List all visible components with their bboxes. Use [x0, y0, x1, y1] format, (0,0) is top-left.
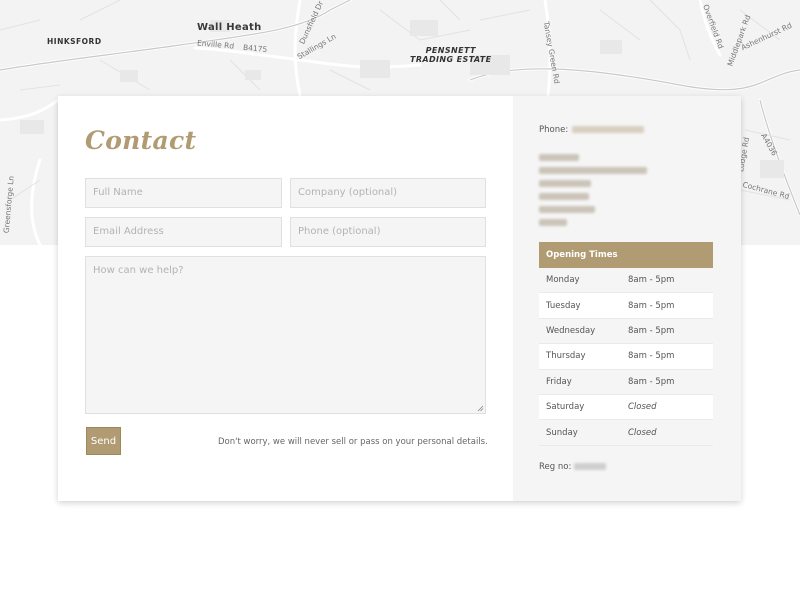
- hours-time: 8am - 5pm: [628, 376, 675, 387]
- map-label-pensnett: PENSNETT TRADING ESTATE: [410, 46, 491, 64]
- address-line-redacted: [539, 206, 595, 213]
- full-name-field[interactable]: Full Name: [85, 178, 282, 208]
- hours-day: Thursday: [546, 351, 586, 362]
- hours-row-friday: Friday 8am - 5pm: [539, 370, 713, 395]
- resize-grip-icon[interactable]: [477, 405, 484, 412]
- hours-day: Monday: [546, 275, 580, 286]
- hours-time: Closed: [628, 402, 657, 413]
- phone-number-redacted: [572, 126, 645, 133]
- message-textarea[interactable]: How can we help?: [85, 256, 486, 414]
- reg-info: Reg no:: [539, 462, 607, 472]
- opening-times-header: Opening Times: [539, 242, 713, 268]
- address-line-redacted: [539, 180, 591, 187]
- map-label-wall-heath: Wall Heath: [197, 22, 262, 33]
- hours-time: 8am - 5pm: [628, 275, 675, 286]
- hours-day: Wednesday: [546, 325, 596, 336]
- opening-times-table: Opening Times Monday 8am - 5pm Tuesday 8…: [539, 242, 713, 446]
- hours-day: Friday: [546, 376, 572, 387]
- address-line-redacted: [539, 193, 589, 200]
- hours-row-wednesday: Wednesday 8am - 5pm: [539, 319, 713, 345]
- contact-card: Contact Full Name Company (optional) Ema…: [58, 96, 741, 501]
- hours-time: 8am - 5pm: [628, 325, 675, 336]
- page-title: Contact: [85, 126, 197, 155]
- hours-time: Closed: [628, 427, 657, 438]
- address-line-redacted: [539, 167, 647, 174]
- privacy-note: Don't worry, we will never sell or pass …: [218, 437, 488, 447]
- map-label-pensnett-line2: TRADING ESTATE: [410, 55, 492, 64]
- reg-number-redacted: [574, 463, 607, 470]
- hours-row-monday: Monday 8am - 5pm: [539, 268, 713, 294]
- email-field[interactable]: Email Address: [85, 217, 282, 247]
- hours-time: 8am - 5pm: [628, 351, 675, 362]
- hours-row-sunday: Sunday Closed: [539, 420, 713, 446]
- hours-row-saturday: Saturday Closed: [539, 394, 713, 421]
- hours-row-tuesday: Tuesday 8am - 5pm: [539, 293, 713, 319]
- reg-label: Reg no:: [539, 462, 572, 472]
- hours-day: Saturday: [546, 402, 585, 413]
- contact-info-panel: Phone: Opening Times Monday 8am - 5pm Tu…: [513, 96, 741, 501]
- map-label-hinksford: HINKSFORD: [47, 37, 102, 46]
- address-line-redacted: [539, 219, 567, 226]
- hours-row-thursday: Thursday 8am - 5pm: [539, 344, 713, 370]
- hours-time: 8am - 5pm: [628, 300, 675, 311]
- hours-day: Sunday: [546, 427, 578, 438]
- send-button[interactable]: Send: [86, 427, 121, 455]
- phone-label: Phone:: [539, 125, 569, 135]
- contact-form: Contact Full Name Company (optional) Ema…: [58, 96, 513, 501]
- map-label-pensnett-line1: PENSNETT: [425, 46, 476, 55]
- phone-field[interactable]: Phone (optional): [290, 217, 486, 247]
- phone-info: Phone:: [539, 125, 645, 135]
- hours-day: Tuesday: [546, 300, 581, 311]
- company-field[interactable]: Company (optional): [290, 178, 486, 208]
- address-line-redacted: [539, 154, 579, 161]
- address-redacted: [539, 154, 647, 232]
- message-placeholder: How can we help?: [93, 265, 184, 276]
